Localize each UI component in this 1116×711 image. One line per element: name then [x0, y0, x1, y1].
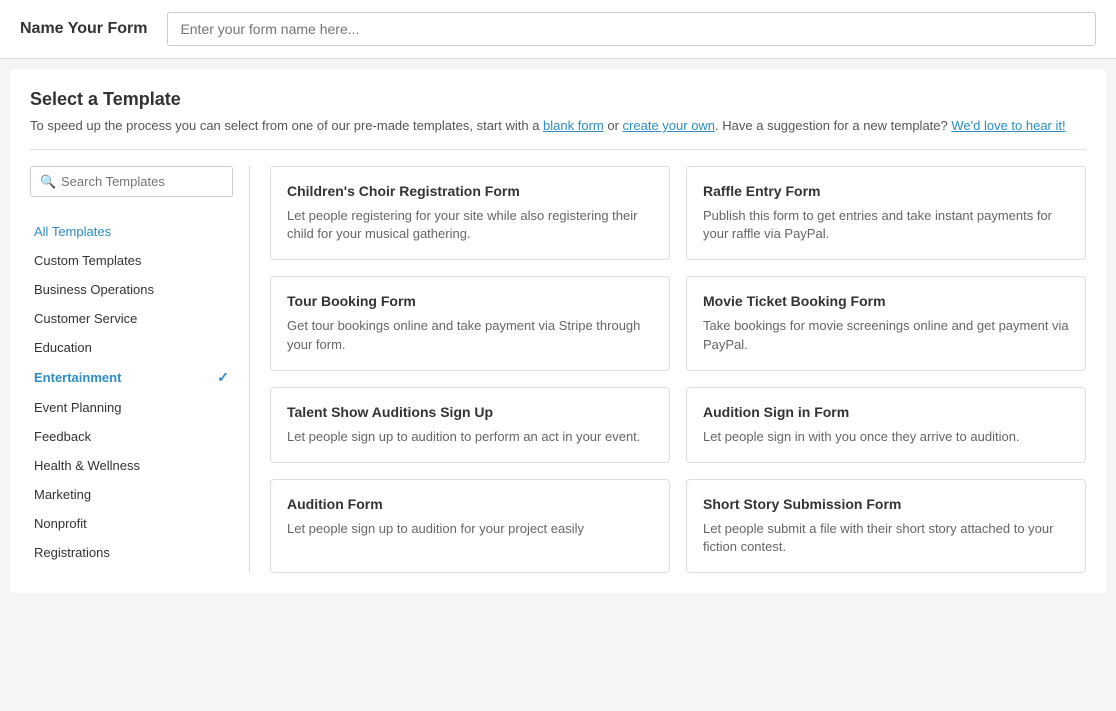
template-card-desc: Get tour bookings online and take paymen…	[287, 317, 653, 353]
template-card-desc: Publish this form to get entries and tak…	[703, 207, 1069, 243]
search-icon: 🔍	[40, 174, 56, 190]
sidebar-item-label: Event Planning	[34, 400, 121, 415]
template-card-desc: Let people submit a file with their shor…	[703, 520, 1069, 556]
template-card-tour-booking[interactable]: Tour Booking Form Get tour bookings onlin…	[270, 276, 670, 370]
love-to-hear-link[interactable]: We'd love to hear it!	[951, 118, 1065, 133]
template-card-title: Audition Sign in Form	[703, 404, 1069, 420]
template-card-desc: Let people sign in with you once they ar…	[703, 428, 1069, 446]
template-card-audition-sign-in[interactable]: Audition Sign in Form Let people sign in …	[686, 387, 1086, 463]
sidebar-item-education[interactable]: Education	[30, 333, 233, 362]
sidebar-item-business-operations[interactable]: Business Operations	[30, 275, 233, 304]
sidebar-item-label: Entertainment	[34, 370, 121, 385]
sidebar-item-label: Nonprofit	[34, 516, 87, 531]
template-card-title: Talent Show Auditions Sign Up	[287, 404, 653, 420]
sidebar-item-label: Education	[34, 340, 92, 355]
sidebar-item-label: Customer Service	[34, 311, 137, 326]
sidebar-item-marketing[interactable]: Marketing	[30, 480, 233, 509]
form-name-label: Name Your Form	[20, 20, 147, 38]
section-title: Select a Template	[30, 89, 1086, 110]
template-grid: Children's Choir Registration Form Let pe…	[250, 166, 1086, 573]
template-card-title: Children's Choir Registration Form	[287, 183, 653, 199]
template-card-movie-ticket[interactable]: Movie Ticket Booking Form Take bookings f…	[686, 276, 1086, 370]
sidebar: 🔍 All Templates Custom Templates Business …	[30, 166, 250, 573]
main-content: Select a Template To speed up the proces…	[10, 69, 1106, 593]
divider	[30, 149, 1086, 150]
section-subtitle: To speed up the process you can select f…	[30, 118, 1086, 133]
blank-form-link[interactable]: blank form	[543, 118, 604, 133]
sidebar-item-label: Feedback	[34, 429, 91, 444]
sidebar-item-label: Health & Wellness	[34, 458, 140, 473]
nav-list: All Templates Custom Templates Business Op…	[30, 217, 233, 567]
sidebar-item-all-templates[interactable]: All Templates	[30, 217, 233, 246]
template-card-title: Raffle Entry Form	[703, 183, 1069, 199]
sidebar-item-label: Marketing	[34, 487, 91, 502]
template-card-title: Audition Form	[287, 496, 653, 512]
template-card-talent-show[interactable]: Talent Show Auditions Sign Up Let people …	[270, 387, 670, 463]
template-card-audition-form[interactable]: Audition Form Let people sign up to audit…	[270, 479, 670, 573]
sidebar-item-custom-templates[interactable]: Custom Templates	[30, 246, 233, 275]
template-card-desc: Let people sign up to audition for your …	[287, 520, 653, 538]
search-box-wrapper: 🔍	[30, 166, 233, 197]
template-card-desc: Take bookings for movie screenings onlin…	[703, 317, 1069, 353]
top-bar: Name Your Form	[0, 0, 1116, 59]
template-card-raffle-entry[interactable]: Raffle Entry Form Publish this form to ge…	[686, 166, 1086, 260]
sidebar-item-feedback[interactable]: Feedback	[30, 422, 233, 451]
template-card-title: Short Story Submission Form	[703, 496, 1069, 512]
sidebar-item-label: Custom Templates	[34, 253, 141, 268]
sidebar-item-label: All Templates	[34, 224, 111, 239]
template-layout: 🔍 All Templates Custom Templates Business …	[30, 166, 1086, 573]
search-input[interactable]	[30, 166, 233, 197]
active-check-icon: ✓	[217, 369, 229, 386]
template-card-desc: Let people sign up to audition to perfor…	[287, 428, 653, 446]
template-card-short-story[interactable]: Short Story Submission Form Let people su…	[686, 479, 1086, 573]
sidebar-item-nonprofit[interactable]: Nonprofit	[30, 509, 233, 538]
create-your-own-link[interactable]: create your own	[623, 118, 716, 133]
sidebar-item-entertainment[interactable]: Entertainment ✓	[30, 362, 233, 393]
template-card-title: Movie Ticket Booking Form	[703, 293, 1069, 309]
template-card-desc: Let people registering for your site whi…	[287, 207, 653, 243]
template-card-title: Tour Booking Form	[287, 293, 653, 309]
template-card-childrens-choir[interactable]: Children's Choir Registration Form Let pe…	[270, 166, 670, 260]
sidebar-item-label: Business Operations	[34, 282, 154, 297]
form-name-input[interactable]	[167, 12, 1096, 46]
sidebar-item-event-planning[interactable]: Event Planning	[30, 393, 233, 422]
sidebar-item-registrations[interactable]: Registrations	[30, 538, 233, 567]
sidebar-item-customer-service[interactable]: Customer Service	[30, 304, 233, 333]
sidebar-item-label: Registrations	[34, 545, 110, 560]
sidebar-item-health-wellness[interactable]: Health & Wellness	[30, 451, 233, 480]
